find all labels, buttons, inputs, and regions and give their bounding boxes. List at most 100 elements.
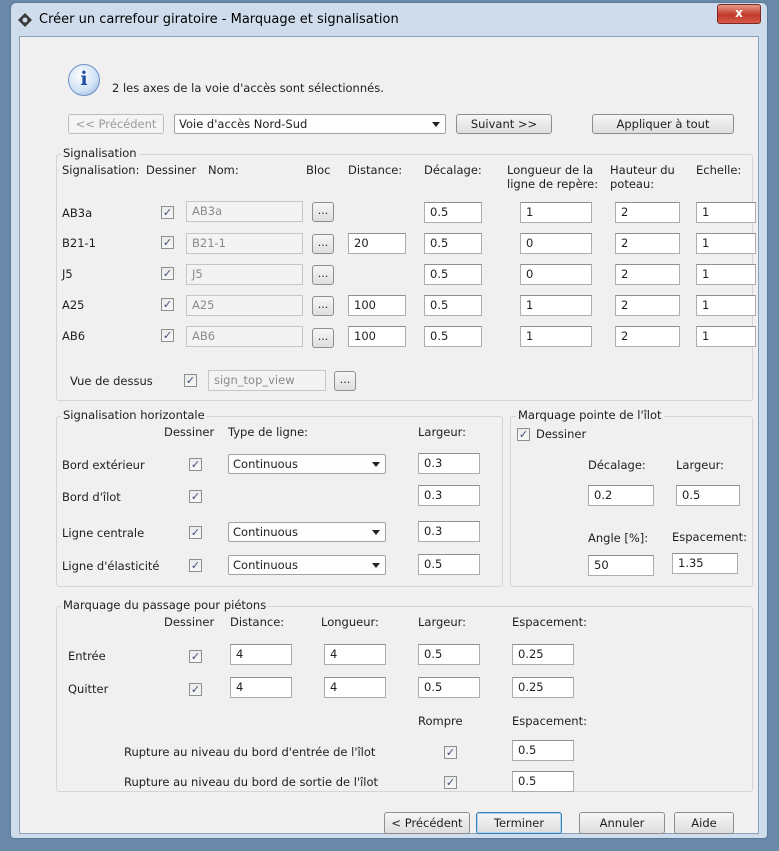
c-row-checkbox[interactable]: ✓ xyxy=(189,683,202,696)
break-row-spacing-field[interactable]: 0.5 xyxy=(512,740,574,761)
col-scale: Echelle: xyxy=(696,163,742,177)
c-col-length: Longueur: xyxy=(321,615,379,629)
c-row-length-field[interactable]: 4 xyxy=(324,677,386,698)
chevron-down-icon xyxy=(372,563,380,568)
h-row-checkbox[interactable]: ✓ xyxy=(189,458,202,471)
break-row-label: Rupture au niveau du bord de sortie de l… xyxy=(124,775,379,789)
prev-road-button[interactable]: << Précédent xyxy=(68,114,164,134)
sign-row-scale-field[interactable]: 1 xyxy=(696,202,756,223)
sign-row-offset-field[interactable]: 0.5 xyxy=(424,233,482,254)
sign-row-name-field[interactable]: J5 xyxy=(186,264,303,285)
sign-row-leader-field[interactable]: 1 xyxy=(520,295,592,316)
sign-row-offset-field[interactable]: 0.5 xyxy=(424,202,482,223)
sign-row-offset-field[interactable]: 0.5 xyxy=(424,295,482,316)
h-row-width-field[interactable]: 0.3 xyxy=(418,453,480,474)
h-row-width-field[interactable]: 0.5 xyxy=(418,554,480,575)
h-row-label: Bord d'îlot xyxy=(62,490,121,504)
sign-row-pole-field[interactable]: 2 xyxy=(615,295,680,316)
sign-row-checkbox[interactable]: ✓ xyxy=(161,298,174,311)
h-col-draw: Dessiner xyxy=(164,425,215,439)
apply-all-button[interactable]: Appliquer à tout xyxy=(592,114,734,134)
chevron-down-icon xyxy=(372,462,380,467)
previous-button[interactable]: < Précédent xyxy=(384,812,470,834)
sign-row-name-field[interactable]: AB6 xyxy=(186,326,303,347)
c-row-width-field[interactable]: 0.5 xyxy=(418,677,480,698)
island-tip-checkbox[interactable]: ✓ xyxy=(517,428,530,441)
top-view-block-button[interactable]: ... xyxy=(334,371,356,391)
sign-row-block-button[interactable]: ... xyxy=(312,202,334,222)
sign-row-checkbox[interactable]: ✓ xyxy=(161,329,174,342)
sign-row-leader-field[interactable]: 1 xyxy=(520,326,592,347)
road-select[interactable]: Voie d'accès Nord-Sud xyxy=(174,114,446,134)
c-row-distance-field[interactable]: 4 xyxy=(230,644,292,665)
island-tip-spacing-field[interactable]: 1.35 xyxy=(672,553,738,574)
c-row-distance-field[interactable]: 4 xyxy=(230,677,292,698)
col-block: Bloc xyxy=(306,163,331,177)
sign-row-pole-field[interactable]: 2 xyxy=(615,264,680,285)
c-row-spacing-field[interactable]: 0.25 xyxy=(512,677,574,698)
top-view-checkbox[interactable]: ✓ xyxy=(184,374,197,387)
sign-row-scale-field[interactable]: 1 xyxy=(696,295,756,316)
sign-row-checkbox[interactable]: ✓ xyxy=(161,206,174,219)
sign-row-label: J5 xyxy=(62,267,73,281)
col-name: Nom: xyxy=(208,163,239,177)
sign-row-distance-field[interactable]: 100 xyxy=(348,326,406,347)
finish-button[interactable]: Terminer xyxy=(476,812,562,834)
island-tip-draw-label: Dessiner xyxy=(536,427,587,441)
sign-row-offset-field[interactable]: 0.5 xyxy=(424,264,482,285)
h-row-checkbox[interactable]: ✓ xyxy=(189,490,202,503)
h-row-width-field[interactable]: 0.3 xyxy=(418,485,480,506)
sign-row-offset-field[interactable]: 0.5 xyxy=(424,326,482,347)
h-row-checkbox[interactable]: ✓ xyxy=(189,526,202,539)
break-row-checkbox[interactable]: ✓ xyxy=(444,746,457,759)
sign-row-pole-field[interactable]: 2 xyxy=(615,233,680,254)
h-row-checkbox[interactable]: ✓ xyxy=(189,559,202,572)
sign-row-leader-field[interactable]: 0 xyxy=(520,264,592,285)
col-pole: Hauteur du poteau: xyxy=(610,163,675,191)
h-row-line-type-select[interactable]: Continuous xyxy=(228,454,386,474)
top-view-label: Vue de dessus xyxy=(70,374,153,388)
col-offset: Décalage: xyxy=(424,163,482,177)
c-row-checkbox[interactable]: ✓ xyxy=(189,650,202,663)
h-row-line-type-select[interactable]: Continuous xyxy=(228,522,386,542)
sign-row-label: AB3a xyxy=(62,206,93,220)
sign-row-checkbox[interactable]: ✓ xyxy=(161,236,174,249)
cancel-button[interactable]: Annuler xyxy=(579,812,665,834)
sign-row-scale-field[interactable]: 1 xyxy=(696,326,756,347)
help-button[interactable]: Aide xyxy=(674,812,734,834)
sign-row-name-field[interactable]: B21-1 xyxy=(186,233,303,254)
sign-row-leader-field[interactable]: 1 xyxy=(520,202,592,223)
sign-row-distance-field[interactable]: 20 xyxy=(348,233,406,254)
break-row-spacing-field[interactable]: 0.5 xyxy=(512,771,574,792)
sign-row-name-field[interactable]: A25 xyxy=(186,295,303,316)
sign-row-scale-field[interactable]: 1 xyxy=(696,233,756,254)
sign-row-pole-field[interactable]: 2 xyxy=(615,202,680,223)
c-col-width: Largeur: xyxy=(418,615,467,629)
sign-row-pole-field[interactable]: 2 xyxy=(615,326,680,347)
sign-row-block-button[interactable]: ... xyxy=(312,234,334,254)
c-row-spacing-field[interactable]: 0.25 xyxy=(512,644,574,665)
info-text: 2 les axes de la voie d'accès sont sélec… xyxy=(112,81,384,95)
sign-row-block-button[interactable]: ... xyxy=(312,296,334,316)
h-row-line-type-select[interactable]: Continuous xyxy=(228,555,386,575)
sign-row-checkbox[interactable]: ✓ xyxy=(161,267,174,280)
top-view-name-field[interactable]: sign_top_view xyxy=(208,370,326,391)
c-row-label: Entrée xyxy=(68,649,106,663)
c-row-width-field[interactable]: 0.5 xyxy=(418,644,480,665)
sign-row-leader-field[interactable]: 0 xyxy=(520,233,592,254)
close-button[interactable]: x xyxy=(717,4,761,24)
h-row-label: Bord extérieur xyxy=(62,458,145,472)
sign-row-block-button[interactable]: ... xyxy=(312,265,334,285)
next-road-button[interactable]: Suivant >> xyxy=(456,114,552,134)
sign-row-distance-field[interactable]: 100 xyxy=(348,295,406,316)
c-row-length-field[interactable]: 4 xyxy=(324,644,386,665)
sign-row-name-field[interactable]: AB3a xyxy=(186,201,303,222)
island-tip-offset-field[interactable]: 0.2 xyxy=(588,485,654,506)
sign-row-block-button[interactable]: ... xyxy=(312,328,334,348)
break-row-checkbox[interactable]: ✓ xyxy=(444,776,457,789)
island-tip-width-field[interactable]: 0.5 xyxy=(676,485,740,506)
app-icon xyxy=(18,13,32,27)
h-row-width-field[interactable]: 0.3 xyxy=(418,521,480,542)
sign-row-scale-field[interactable]: 1 xyxy=(696,264,756,285)
island-tip-angle-field[interactable]: 50 xyxy=(588,555,654,576)
